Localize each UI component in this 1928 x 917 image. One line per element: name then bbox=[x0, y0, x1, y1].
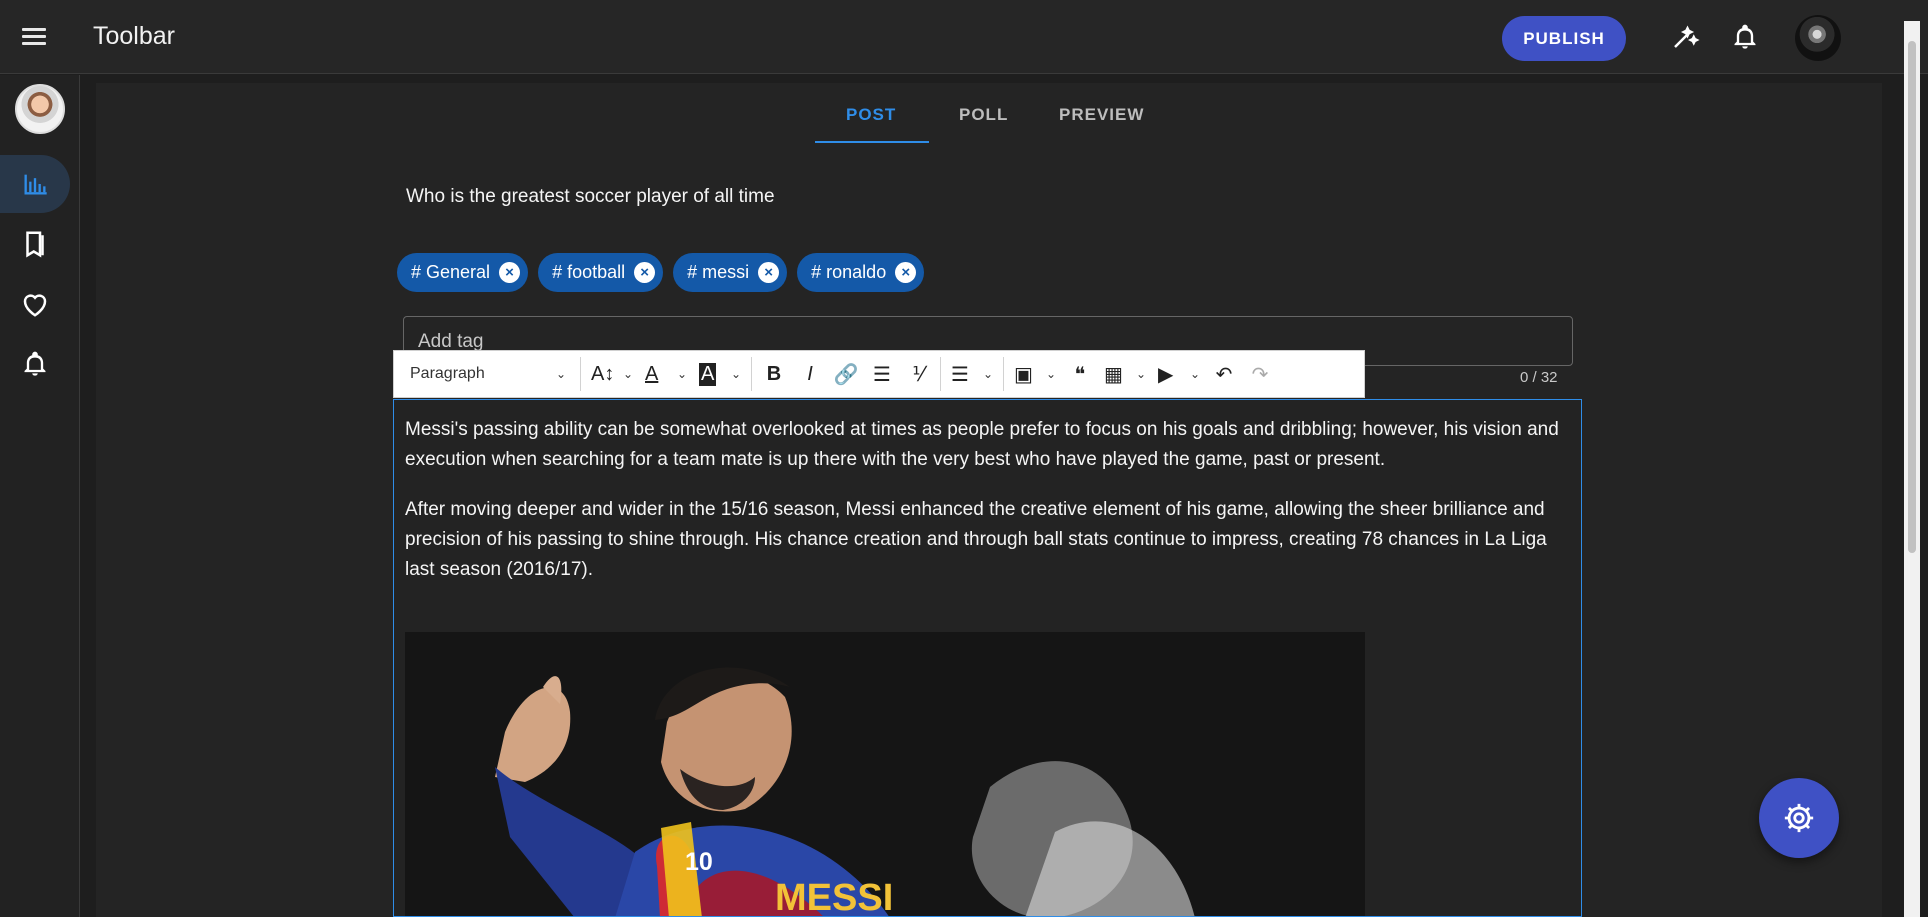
italic-icon[interactable]: I bbox=[792, 356, 828, 392]
numbered-list-icon[interactable]: ⅟ bbox=[900, 356, 936, 392]
active-tab-indicator bbox=[815, 141, 929, 143]
vertical-scrollbar[interactable] bbox=[1904, 21, 1920, 917]
gear-icon bbox=[1784, 803, 1814, 833]
tag-list: # General × # football × # messi × # ronald… bbox=[397, 253, 925, 292]
settings-button[interactable] bbox=[1759, 778, 1839, 858]
align-icon[interactable]: ☰ ⌄ bbox=[945, 356, 999, 392]
menu-icon[interactable] bbox=[22, 24, 54, 52]
tag-chip[interactable]: # football × bbox=[538, 253, 664, 292]
remove-tag-icon[interactable]: × bbox=[758, 262, 780, 283]
undo-icon[interactable]: ↶ bbox=[1206, 356, 1242, 392]
tag-chip[interactable]: # General × bbox=[397, 253, 529, 292]
toolbar-divider bbox=[940, 357, 941, 391]
rich-text-editor[interactable]: Messi's passing ability can be somewhat … bbox=[393, 399, 1582, 917]
image-icon[interactable]: ▣ ⌄ bbox=[1008, 356, 1062, 392]
redo-icon[interactable]: ↷ bbox=[1242, 356, 1278, 392]
toolbar-divider bbox=[1003, 357, 1004, 391]
app-bar: Toolbar PUBLISH bbox=[0, 0, 1928, 74]
tab-preview[interactable]: PREVIEW bbox=[1059, 105, 1144, 125]
sidebar-item-bookmarks[interactable] bbox=[0, 215, 70, 273]
tab-poll[interactable]: POLL bbox=[959, 105, 1008, 125]
highlight-icon[interactable]: A ⌄ bbox=[693, 356, 747, 392]
link-icon[interactable]: 🔗 bbox=[828, 356, 864, 392]
tag-chip[interactable]: # messi × bbox=[673, 253, 788, 292]
remove-tag-icon[interactable]: × bbox=[895, 262, 917, 283]
bell-icon[interactable] bbox=[1728, 20, 1762, 54]
magic-wand-icon[interactable] bbox=[1668, 20, 1702, 54]
toolbar-divider bbox=[751, 357, 752, 391]
player-photo: 10 MESSI bbox=[405, 632, 1365, 917]
rich-text-toolbar: Paragraph ⌄ A↕ ⌄ A ⌄ A ⌄ B I 🔗 ☰ ⅟ ☰ ⌄ ▣ ⌄ ❝ ▦… bbox=[393, 350, 1365, 398]
heart-icon bbox=[23, 294, 47, 317]
sidebar bbox=[0, 75, 80, 917]
media-icon[interactable]: ▶ ⌄ bbox=[1152, 356, 1206, 392]
bulleted-list-icon[interactable]: ☰ bbox=[864, 356, 900, 392]
post-image: 10 MESSI bbox=[405, 632, 1365, 917]
tag-counter: 0 / 32 bbox=[1520, 369, 1558, 386]
paragraph-style-select[interactable]: Paragraph ⌄ bbox=[400, 356, 576, 392]
tab-post[interactable]: POST bbox=[846, 105, 896, 125]
tag-chip[interactable]: # ronaldo × bbox=[797, 253, 925, 292]
font-color-icon[interactable]: A ⌄ bbox=[639, 356, 693, 392]
editor-paragraph: After moving deeper and wider in the 15/… bbox=[405, 499, 1547, 580]
table-icon[interactable]: ▦ ⌄ bbox=[1098, 356, 1152, 392]
app-title: Toolbar bbox=[93, 22, 175, 50]
jersey-number: 10 bbox=[685, 848, 713, 876]
font-size-icon[interactable]: A↕ ⌄ bbox=[585, 356, 639, 392]
sidebar-item-favorites[interactable] bbox=[0, 275, 70, 333]
post-editor-panel: POST POLL PREVIEW Who is the greatest so… bbox=[96, 83, 1882, 917]
scroll-thumb[interactable] bbox=[1908, 41, 1916, 553]
remove-tag-icon[interactable]: × bbox=[634, 262, 656, 283]
publish-button[interactable]: PUBLISH bbox=[1502, 16, 1626, 61]
quote-icon[interactable]: ❝ bbox=[1062, 356, 1098, 392]
dashboard-icon bbox=[24, 174, 47, 195]
notification-icon bbox=[24, 351, 46, 376]
sidebar-item-dashboard[interactable] bbox=[0, 155, 70, 213]
user-avatar[interactable] bbox=[1795, 15, 1841, 61]
remove-tag-icon[interactable]: × bbox=[499, 262, 521, 283]
sidebar-item-notifications[interactable] bbox=[0, 335, 70, 393]
post-title[interactable]: Who is the greatest soccer player of all… bbox=[406, 186, 775, 208]
bookmark-icon bbox=[26, 231, 44, 258]
editor-paragraph: Messi's passing ability can be somewhat … bbox=[405, 419, 1559, 470]
bold-icon[interactable]: B bbox=[756, 356, 792, 392]
profile-avatar[interactable] bbox=[15, 84, 65, 134]
toolbar-divider bbox=[580, 357, 581, 391]
jersey-name: MESSI bbox=[775, 877, 893, 917]
